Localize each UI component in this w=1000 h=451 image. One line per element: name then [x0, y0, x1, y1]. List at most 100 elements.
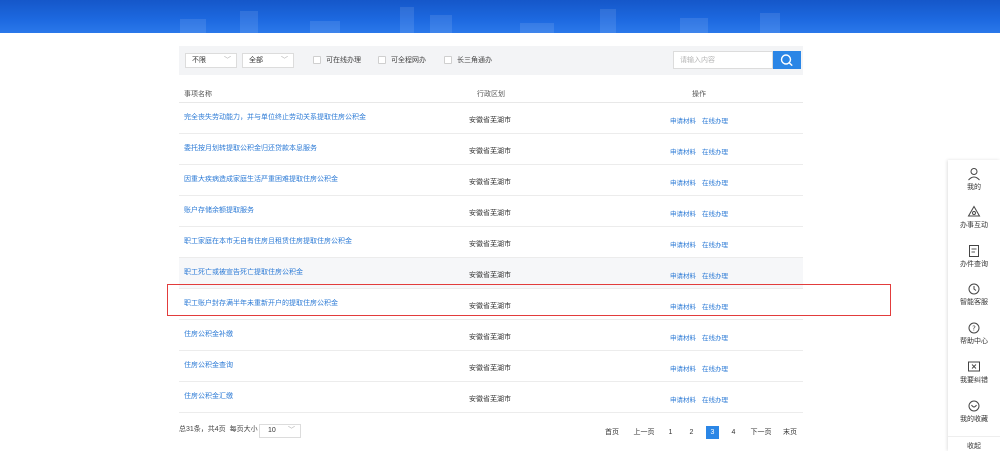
column-header-region: 行政区划	[477, 91, 505, 98]
materials-link[interactable]: 申请材料	[670, 242, 696, 249]
page-2-button[interactable]: 2	[685, 426, 698, 439]
item-region: 安徽省芜湖市	[469, 241, 511, 248]
materials-link[interactable]: 申请材料	[670, 118, 696, 125]
online-handle-link[interactable]: 在线办理	[702, 335, 728, 342]
item-name-link[interactable]: 委托按月划转提取公积金归还贷款本息服务	[184, 143, 317, 153]
item-name-link[interactable]: 完全丧失劳动能力，并与单位终止劳动关系提取住房公积金	[184, 112, 366, 122]
rail-item-favorites[interactable]: 我的收藏	[948, 396, 1000, 433]
rail-item-mine[interactable]: 我的	[948, 164, 1000, 201]
item-name-link[interactable]: 职工死亡或被宣告死亡提取住房公积金	[184, 267, 303, 277]
materials-link[interactable]: 申请材料	[670, 211, 696, 218]
materials-link[interactable]: 申请材料	[670, 335, 696, 342]
chevron-down-icon: ﹀	[281, 57, 288, 64]
materials-link[interactable]: 申请材料	[670, 149, 696, 156]
item-region: 安徽省芜湖市	[469, 117, 511, 124]
item-name-link[interactable]: 账户存储余额提取服务	[184, 205, 254, 215]
table-header: 事项名称 行政区划 操作	[179, 84, 803, 103]
table-row: 账户存储余额提取服务 安徽省芜湖市 申请材料 在线办理	[179, 196, 803, 227]
search-input[interactable]	[673, 51, 773, 69]
item-name-link[interactable]: 住房公积金汇缴	[184, 391, 233, 401]
table-row: 住房公积金汇缴 安徽省芜湖市 申请材料 在线办理	[179, 382, 803, 413]
type-select[interactable]: 全部 ﹀	[242, 53, 294, 68]
table-row: 因重大疾病造成家庭生活严重困难提取住房公积金 安徽省芜湖市 申请材料 在线办理	[179, 165, 803, 196]
scope-select-value: 不限	[192, 57, 206, 64]
online-handle-link[interactable]: 在线办理	[702, 180, 728, 187]
item-actions: 申请材料 在线办理	[670, 115, 734, 125]
full-online-checkbox[interactable]	[378, 56, 386, 64]
error-report-icon	[968, 361, 980, 372]
online-handle-link[interactable]: 在线办理	[702, 366, 728, 373]
chevron-down-icon: ﹀	[288, 427, 295, 434]
page-size-value: 10	[268, 427, 276, 434]
item-region: 安徽省芜湖市	[469, 210, 511, 217]
item-region: 安徽省芜湖市	[469, 365, 511, 372]
page-1-button[interactable]: 1	[664, 426, 677, 439]
next-page-button[interactable]: 下一页	[748, 426, 774, 439]
total-summary: 总31条，共4页	[179, 426, 226, 433]
table-row: 住房公积金补缴 安徽省芜湖市 申请材料 在线办理	[179, 320, 803, 351]
materials-link[interactable]: 申请材料	[670, 366, 696, 373]
filter-bar: 不限 ﹀ 全部 ﹀ 可在线办理 可全程网办 长三角通办	[179, 46, 803, 75]
materials-link[interactable]: 申请材料	[670, 273, 696, 280]
table-row: 委托按月划转提取公积金归还贷款本息服务 安徽省芜湖市 申请材料 在线办理	[179, 134, 803, 165]
rail-item-label: 智能客服	[960, 299, 988, 306]
rail-item-label: 帮助中心	[960, 338, 988, 345]
item-region: 安徽省芜湖市	[469, 148, 511, 155]
page-3-button[interactable]: 3	[706, 426, 719, 439]
rail-item-label: 我的收藏	[960, 416, 988, 423]
item-actions: 申请材料 在线办理	[670, 394, 734, 404]
page-4-button[interactable]: 4	[727, 426, 740, 439]
rail-item-label: 我要纠错	[960, 377, 988, 384]
chevron-down-icon: ﹀	[224, 57, 231, 64]
online-handle-link[interactable]: 在线办理	[702, 211, 728, 218]
user-icon	[968, 168, 980, 181]
pagination-summary: 总31条，共4页 每页大小	[179, 424, 258, 434]
online-handle-link[interactable]: 在线办理	[702, 273, 728, 280]
materials-link[interactable]: 申请材料	[670, 397, 696, 404]
item-name-link[interactable]: 因重大疾病造成家庭生活严重困难提取住房公积金	[184, 174, 338, 184]
online-handle-link[interactable]: 在线办理	[702, 397, 728, 404]
materials-link[interactable]: 申请材料	[670, 180, 696, 187]
search-button[interactable]	[773, 51, 801, 69]
type-select-value: 全部	[249, 57, 263, 64]
rail-item-service[interactable]: 智能客服	[948, 279, 1000, 316]
online-handle-link[interactable]: 在线办理	[702, 242, 728, 249]
item-actions: 申请材料 在线办理	[670, 146, 734, 156]
rail-item-label: 办事互动	[960, 222, 988, 229]
rail-item-query[interactable]: 办件查询	[948, 241, 1000, 278]
table-row: 住房公积金查询 安徽省芜湖市 申请材料 在线办理	[179, 351, 803, 382]
first-page-button[interactable]: 首页	[602, 426, 622, 439]
full-online-checkbox-label: 可全程网办	[391, 57, 426, 64]
item-actions: 申请材料 在线办理	[670, 208, 734, 218]
yangtze-checkbox[interactable]	[444, 56, 452, 64]
item-name-link[interactable]: 职工家庭在本市无自有住房且租赁住房提取住房公积金	[184, 236, 352, 246]
prev-page-button[interactable]: 上一页	[631, 426, 657, 439]
item-actions: 申请材料 在线办理	[670, 363, 734, 373]
item-region: 安徽省芜湖市	[469, 396, 511, 403]
favorite-icon	[968, 400, 980, 412]
page-size-label: 每页大小	[229, 426, 258, 433]
search-icon	[780, 54, 793, 67]
rail-item-help[interactable]: ? 帮助中心	[948, 318, 1000, 355]
online-handle-link[interactable]: 在线办理	[702, 149, 728, 156]
rail-item-interaction[interactable]: 办事互动	[948, 202, 1000, 239]
item-name-link[interactable]: 住房公积金查询	[184, 360, 233, 370]
table-row: 职工家庭在本市无自有住房且租赁住房提取住房公积金 安徽省芜湖市 申请材料 在线办理	[179, 227, 803, 258]
item-actions: 申请材料 在线办理	[670, 270, 734, 280]
online-handle-link[interactable]: 在线办理	[702, 118, 728, 125]
online-checkbox[interactable]	[313, 56, 321, 64]
svg-text:?: ?	[972, 325, 976, 333]
scope-select[interactable]: 不限 ﹀	[185, 53, 237, 68]
online-checkbox-label: 可在线办理	[326, 57, 361, 64]
item-region: 安徽省芜湖市	[469, 179, 511, 186]
last-page-button[interactable]: 末页	[780, 426, 800, 439]
item-region: 安徽省芜湖市	[469, 334, 511, 341]
item-name-link[interactable]: 住房公积金补缴	[184, 329, 233, 339]
document-search-icon	[969, 245, 979, 257]
item-actions: 申请材料 在线办理	[670, 239, 734, 249]
rail-item-label: 办件查询	[960, 261, 988, 268]
page-size-select[interactable]: 10 ﹀	[259, 424, 301, 438]
rail-collapse-button[interactable]: 收起	[948, 436, 1000, 451]
top-banner	[0, 0, 1000, 33]
rail-item-correction[interactable]: 我要纠错	[948, 357, 1000, 394]
